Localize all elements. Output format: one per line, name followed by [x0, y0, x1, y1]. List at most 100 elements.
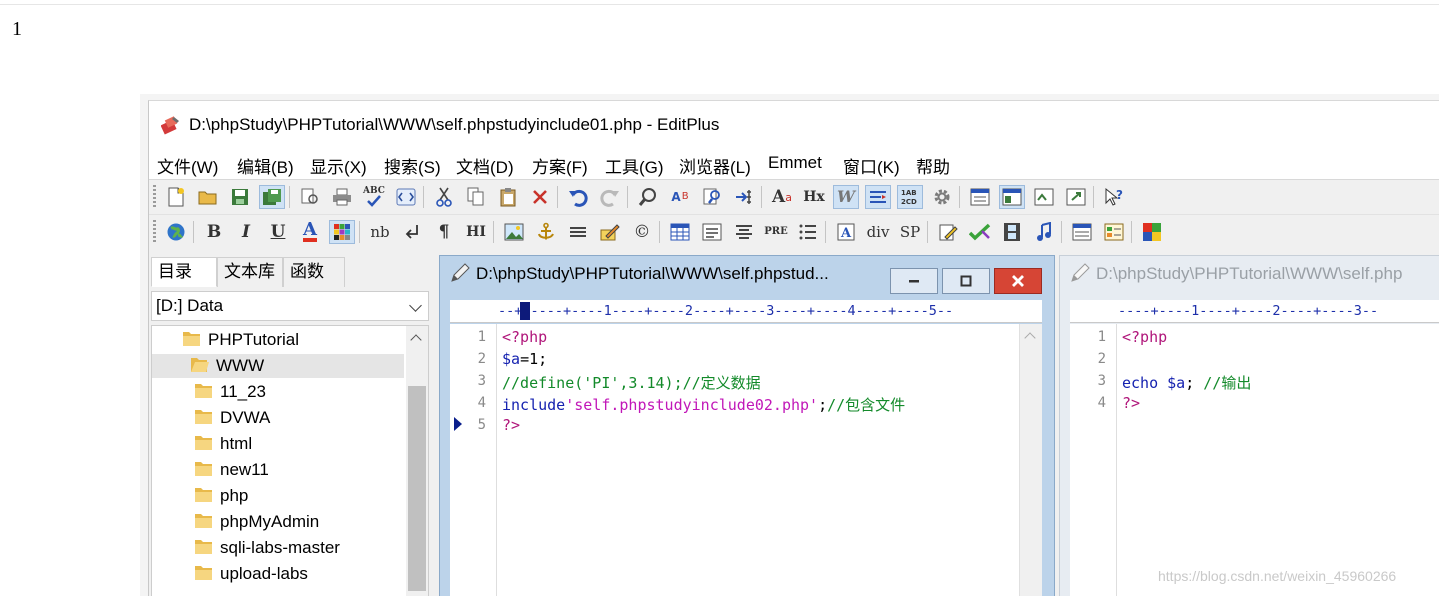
- image-icon[interactable]: [501, 220, 527, 244]
- menu-help[interactable]: 帮助: [916, 153, 950, 178]
- tree-scrollbar[interactable]: [406, 326, 428, 596]
- copy-icon[interactable]: [463, 185, 489, 209]
- open-folder-icon[interactable]: [195, 185, 221, 209]
- tab-functions[interactable]: 函数: [283, 257, 345, 287]
- menu-view[interactable]: 显示(X): [310, 153, 367, 178]
- settings-gear-icon[interactable]: [929, 185, 955, 209]
- paste-icon[interactable]: [495, 185, 521, 209]
- html-toolbar-icon[interactable]: [393, 185, 419, 209]
- center-align-icon[interactable]: [731, 220, 757, 244]
- film-icon[interactable]: [999, 220, 1025, 244]
- print-preview-icon[interactable]: [297, 185, 323, 209]
- tab-cliptext[interactable]: 文本库: [217, 257, 283, 287]
- spell-check-icon[interactable]: ABC: [361, 185, 387, 209]
- copyright-icon[interactable]: ©: [629, 220, 655, 244]
- tree-item[interactable]: upload-labs: [194, 562, 308, 586]
- table-icon[interactable]: [667, 220, 693, 244]
- editor-1-scrollbar[interactable]: [1019, 324, 1042, 596]
- cliptext-icon[interactable]: [1101, 220, 1127, 244]
- heading-icon[interactable]: HI: [463, 220, 489, 244]
- bold-icon[interactable]: B: [201, 220, 227, 244]
- nbsp-icon[interactable]: nb: [367, 220, 393, 244]
- undo-icon[interactable]: [565, 185, 591, 209]
- tree-item[interactable]: DVWA: [194, 406, 270, 430]
- title-bar[interactable]: D:\phpStudy\PHPTutorial\WWW\self.phpstud…: [149, 101, 1439, 149]
- word-wrap-icon[interactable]: W: [833, 185, 859, 209]
- editor-1-code-area[interactable]: 1 <?php 2 $a=1; 3 //define('PI',3.14);//定义数据 4…: [450, 324, 1042, 596]
- font-tag-icon[interactable]: A: [833, 220, 859, 244]
- paragraph-icon[interactable]: ¶: [431, 220, 457, 244]
- external-browser-icon[interactable]: [1063, 185, 1089, 209]
- div-icon[interactable]: div: [865, 220, 891, 244]
- menu-file[interactable]: 文件(W): [157, 153, 218, 178]
- menu-document[interactable]: 文档(D): [456, 153, 514, 178]
- underline-icon[interactable]: U: [265, 220, 291, 244]
- tree-item[interactable]: php: [194, 484, 248, 508]
- directory-window-icon[interactable]: [967, 185, 993, 209]
- editor-2-title[interactable]: D:\phpStudy\PHPTutorial\WWW\self.php: [1070, 262, 1402, 285]
- color-palette-icon[interactable]: [329, 220, 355, 244]
- help-pointer-icon[interactable]: ?: [1101, 185, 1127, 209]
- replace-icon[interactable]: AB: [667, 185, 693, 209]
- tree-item[interactable]: WWW: [152, 354, 404, 378]
- font-color-icon[interactable]: A: [297, 220, 323, 244]
- user-tool-icon[interactable]: [1139, 220, 1165, 244]
- restore-button[interactable]: [942, 268, 990, 294]
- music-note-icon[interactable]: [1031, 220, 1057, 244]
- tree-item[interactable]: html: [194, 432, 252, 456]
- close-button[interactable]: [994, 268, 1042, 294]
- comment-pen-icon[interactable]: [597, 220, 623, 244]
- edit-document-icon[interactable]: [935, 220, 961, 244]
- find-in-files-icon[interactable]: [699, 185, 725, 209]
- goto-line-icon[interactable]: [731, 185, 757, 209]
- tab-directory[interactable]: 目录: [151, 257, 217, 287]
- form-icon[interactable]: [699, 220, 725, 244]
- scroll-up-arrow-icon[interactable]: [410, 334, 422, 346]
- column-select-icon[interactable]: 1AB 2CD: [897, 185, 923, 209]
- menu-search[interactable]: 搜索(S): [384, 153, 441, 178]
- new-file-icon[interactable]: [163, 185, 189, 209]
- tree-item[interactable]: sqli-labs-master: [194, 536, 340, 560]
- toolbar-grip[interactable]: [153, 185, 156, 209]
- output-window-icon[interactable]: [999, 185, 1025, 209]
- editor-scroll-up-icon[interactable]: [1024, 332, 1036, 344]
- menu-project[interactable]: 方案(F): [532, 153, 588, 178]
- left-panel-tabs: 目录 文本库 函数: [149, 257, 433, 287]
- tree-item[interactable]: PHPTutorial: [182, 328, 299, 352]
- tree-item[interactable]: 11_23: [194, 380, 266, 404]
- toolbar-window-icon[interactable]: [1069, 220, 1095, 244]
- drive-select[interactable]: [D:] Data: [151, 291, 429, 321]
- redo-icon[interactable]: [597, 185, 623, 209]
- print-icon[interactable]: [329, 185, 355, 209]
- menu-tools[interactable]: 工具(G): [605, 153, 664, 178]
- find-icon[interactable]: [635, 185, 661, 209]
- span-icon[interactable]: SP: [897, 220, 923, 244]
- menu-browser[interactable]: 浏览器(L): [679, 153, 751, 178]
- save-all-icon[interactable]: [259, 185, 285, 209]
- menu-edit[interactable]: 编辑(B): [237, 153, 294, 178]
- validate-check-icon[interactable]: [967, 220, 993, 244]
- menu-window[interactable]: 窗口(K): [843, 153, 900, 178]
- line-break-icon[interactable]: [399, 220, 425, 244]
- tree-scroll-thumb[interactable]: [408, 386, 426, 591]
- browser-view-icon[interactable]: [1031, 185, 1057, 209]
- font-icon[interactable]: Aa: [769, 185, 795, 209]
- tree-item[interactable]: phpMyAdmin: [194, 510, 319, 534]
- globe-icon[interactable]: [163, 220, 189, 244]
- menu-emmet[interactable]: Emmet: [768, 153, 822, 173]
- minimize-button[interactable]: [890, 268, 938, 294]
- list-icon[interactable]: [795, 220, 821, 244]
- toolbar-grip-2[interactable]: [153, 220, 156, 244]
- horizontal-rule-icon[interactable]: [565, 220, 591, 244]
- editor-1-title[interactable]: D:\phpStudy\PHPTutorial\WWW\self.phpstud…: [450, 262, 829, 285]
- italic-icon[interactable]: I: [233, 220, 259, 244]
- save-icon[interactable]: [227, 185, 253, 209]
- delete-icon[interactable]: [527, 185, 553, 209]
- preformatted-icon[interactable]: PRE: [763, 220, 789, 244]
- hex-viewer-icon[interactable]: Hx: [801, 185, 827, 209]
- anchor-icon[interactable]: [533, 220, 559, 244]
- cut-icon[interactable]: [431, 185, 457, 209]
- tree-item[interactable]: new11: [194, 458, 269, 482]
- line-numbers-icon[interactable]: [865, 185, 891, 209]
- editor-2-code-area[interactable]: 1 <?php 2 3 echo $a; //输出 4 ?>: [1070, 324, 1439, 596]
